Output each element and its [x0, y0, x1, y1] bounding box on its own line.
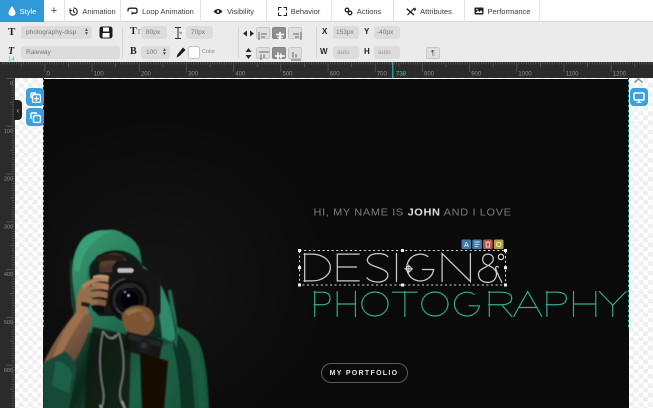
svg-text:500: 500 — [4, 320, 13, 326]
svg-text:200: 200 — [141, 72, 152, 78]
svg-text:100: 100 — [94, 72, 105, 78]
svg-text:400: 400 — [4, 272, 13, 278]
svg-text:A: A — [463, 242, 468, 249]
svg-text:1100: 1100 — [566, 72, 580, 78]
svg-text:300: 300 — [4, 224, 13, 230]
svg-text:900: 900 — [471, 72, 482, 78]
svg-text:700: 700 — [377, 72, 388, 78]
svg-text:0: 0 — [10, 81, 13, 87]
svg-text:100: 100 — [4, 129, 13, 135]
svg-text:738: 738 — [396, 72, 407, 78]
svg-text:600: 600 — [330, 72, 341, 78]
svg-text:1000: 1000 — [518, 72, 532, 78]
svg-text:500: 500 — [282, 72, 293, 78]
svg-text:400: 400 — [235, 72, 246, 78]
svg-text:300: 300 — [188, 72, 199, 78]
svg-text:200: 200 — [4, 177, 13, 183]
svg-text:1200: 1200 — [613, 72, 627, 78]
svg-text:800: 800 — [424, 72, 435, 78]
svg-text:600: 600 — [4, 368, 13, 374]
